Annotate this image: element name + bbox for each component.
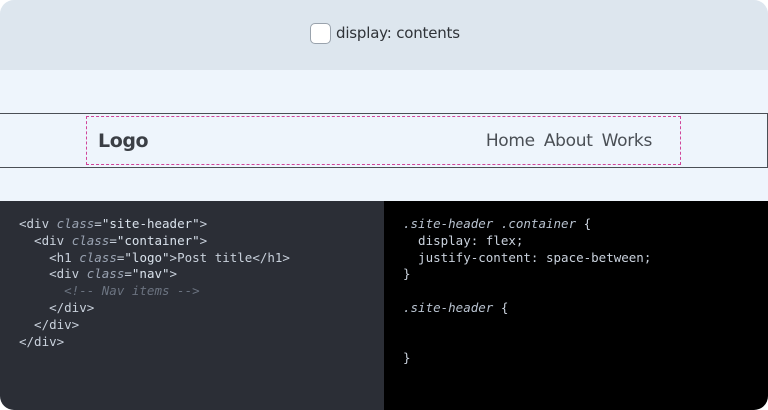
container-box: Logo Home About Works (86, 116, 681, 165)
nav: Home About Works (486, 131, 652, 151)
display-contents-label[interactable]: display: contents (336, 24, 460, 42)
nav-item-works[interactable]: Works (602, 131, 653, 151)
demo-frame: display: contents Logo Home About Works … (0, 0, 768, 410)
layout-preview: Logo Home About Works (0, 70, 768, 201)
controls-bar: display: contents (0, 0, 768, 70)
display-contents-checkbox[interactable] (310, 22, 331, 44)
nav-item-about[interactable]: About (544, 131, 593, 151)
html-code-panel: <div class="site-header"> <div class="co… (0, 201, 384, 410)
nav-item-home[interactable]: Home (486, 131, 535, 151)
css-code-panel: .site-header .container { display: flex;… (384, 201, 768, 410)
css-code-block: .site-header .container { display: flex;… (403, 216, 652, 366)
html-code-block: <div class="site-header"> <div class="co… (19, 216, 290, 349)
display-contents-toggle[interactable]: display: contents (310, 22, 460, 44)
site-header-box: Logo Home About Works (0, 113, 768, 168)
logo: Logo (98, 129, 149, 152)
